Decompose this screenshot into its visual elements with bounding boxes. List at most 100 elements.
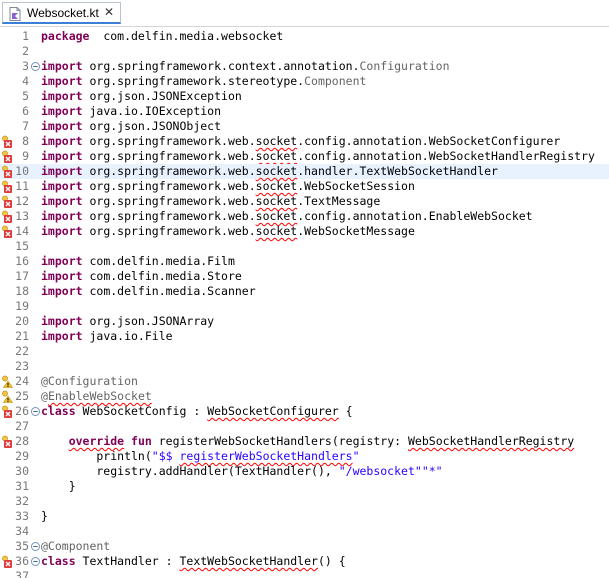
code-line[interactable]: 21 import java.io.File <box>0 329 609 344</box>
code-token: import <box>41 149 83 163</box>
line-number: 29 <box>15 449 29 463</box>
error-marker-icon[interactable] <box>1 150 13 163</box>
code-line[interactable]: 27 <box>0 419 609 434</box>
code-line[interactable]: 36 class TextHandler : TextWebSocketHandl… <box>0 554 609 569</box>
tab-title: Websocket.kt <box>27 6 99 20</box>
warning-marker-icon[interactable] <box>1 390 13 403</box>
line-number: 19 <box>15 299 29 313</box>
code-token: @ <box>41 389 48 403</box>
code-token: import <box>41 284 83 298</box>
code-token: fun <box>131 434 152 448</box>
code-line[interactable]: 4 import org.springframework.stereotype.C… <box>0 74 609 89</box>
code-token: Configuration <box>359 59 450 73</box>
code-token: TextWebSocketHandler <box>179 554 318 568</box>
code-token: class <box>41 404 76 418</box>
code-token: registerWebSocketHandlers <box>179 449 353 463</box>
error-marker-icon[interactable] <box>1 435 13 448</box>
fold-toggle-icon[interactable] <box>31 557 40 566</box>
code-token: override <box>68 434 125 448</box>
line-number: 31 <box>15 479 29 493</box>
code-token: .config.annotation.EnableWebSocket <box>297 209 533 223</box>
code-line[interactable]: 17 import com.delfin.media.Store <box>0 269 609 284</box>
code-token: " <box>352 449 360 463</box>
code-token: "*" <box>421 464 443 478</box>
code-token: } <box>41 479 76 493</box>
code-text: @EnableWebSocket <box>41 389 152 404</box>
line-number: 11 <box>15 179 29 193</box>
code-line[interactable]: 25 @EnableWebSocket <box>0 389 609 404</box>
code-line[interactable]: 22 <box>0 344 609 359</box>
error-marker-icon[interactable] <box>1 135 13 148</box>
code-token: Component <box>304 74 367 88</box>
code-line[interactable]: 8 import org.springframework.web.socket.c… <box>0 134 609 149</box>
code-line[interactable]: 15 <box>0 239 609 254</box>
code-token: org.springframework.web. <box>82 149 256 163</box>
code-text: import org.springframework.web.socket.co… <box>41 134 560 149</box>
code-line[interactable]: 10 import org.springframework.web.socket.… <box>0 164 609 179</box>
fold-toggle-icon[interactable] <box>31 62 40 71</box>
code-token: @Component <box>41 539 111 553</box>
code-line[interactable]: 1 package com.delfin.media.websocket <box>0 29 609 44</box>
code-text: import com.delfin.media.Scanner <box>41 284 256 299</box>
code-line[interactable]: 20 import org.json.JSONArray <box>0 314 609 329</box>
code-token: org.springframework.web. <box>82 134 256 148</box>
fold-toggle-icon[interactable] <box>31 407 40 416</box>
code-line[interactable]: 9 import org.springframework.web.socket.c… <box>0 149 609 164</box>
code-line[interactable]: 33} <box>0 509 609 524</box>
code-text: @Component <box>41 539 110 554</box>
code-token: () { <box>317 554 346 568</box>
code-line[interactable]: 2 <box>0 44 609 59</box>
code-line[interactable]: 24 @Configuration <box>0 374 609 389</box>
code-token: org.json.JSONArray <box>82 314 215 328</box>
line-number: 16 <box>15 254 29 268</box>
code-line[interactable]: 26 class WebSocketConfig : WebSocketConfi… <box>0 404 609 419</box>
error-marker-icon[interactable] <box>1 180 13 193</box>
code-line[interactable]: 37 <box>0 569 609 578</box>
code-line[interactable]: 29 println("$$ registerWebSocketHandlers… <box>0 449 609 464</box>
line-number: 1 <box>22 29 29 43</box>
code-line[interactable]: 23 <box>0 359 609 374</box>
code-line[interactable]: 32 <box>0 494 609 509</box>
code-text: import org.json.JSONException <box>41 89 242 104</box>
code-line[interactable]: 7 import org.json.JSONObject <box>0 119 609 134</box>
error-marker-icon[interactable] <box>1 555 13 568</box>
fold-toggle-icon[interactable] <box>31 542 40 551</box>
code-line[interactable]: 34 <box>0 524 609 539</box>
close-tab-icon[interactable]: ✕ <box>102 5 116 19</box>
code-text: import org.springframework.web.socket.ha… <box>41 164 498 179</box>
line-number: 21 <box>15 329 29 343</box>
code-line[interactable]: 31 } <box>0 479 609 494</box>
code-token: org.springframework.context.annotation. <box>82 59 360 73</box>
tab-websocket-kt[interactable]: Websocket.kt ✕ <box>2 2 121 24</box>
code-token: WebSocketConfigurer <box>207 404 339 418</box>
code-token: socket <box>255 149 298 163</box>
code-line[interactable]: 12 import org.springframework.web.socket.… <box>0 194 609 209</box>
code-line[interactable]: 6 import java.io.IOException <box>0 104 609 119</box>
error-marker-icon[interactable] <box>1 195 13 208</box>
error-marker-icon[interactable] <box>1 165 13 178</box>
code-token: import <box>41 74 83 88</box>
code-text: package com.delfin.media.websocket <box>41 29 283 44</box>
code-line[interactable]: 14 import org.springframework.web.socket.… <box>0 224 609 239</box>
code-line[interactable]: 13 import org.springframework.web.socket.… <box>0 209 609 224</box>
line-number: 8 <box>22 134 29 148</box>
code-line[interactable]: 16 import com.delfin.media.Film <box>0 254 609 269</box>
error-marker-icon[interactable] <box>1 210 13 223</box>
code-line[interactable]: 3 import org.springframework.context.anno… <box>0 59 609 74</box>
code-line[interactable]: 5 import org.json.JSONException <box>0 89 609 104</box>
code-token: com.delfin.media.Store <box>82 269 242 283</box>
code-line[interactable]: 19 <box>0 299 609 314</box>
code-line[interactable]: 11 import org.springframework.web.socket.… <box>0 179 609 194</box>
error-marker-icon[interactable] <box>1 225 13 238</box>
code-token: socket <box>255 224 298 238</box>
code-line[interactable]: 18 import com.delfin.media.Scanner <box>0 284 609 299</box>
code-line[interactable]: 28 override fun registerWebSocketHandler… <box>0 434 609 449</box>
code-line[interactable]: 30 registry.addHandler(TextHandler(), "/… <box>0 464 609 479</box>
line-number: 15 <box>15 239 29 253</box>
code-editor[interactable]: 1 package com.delfin.media.websocket 2 3 imp… <box>0 27 609 578</box>
error-marker-icon[interactable] <box>1 405 13 418</box>
warning-marker-icon[interactable] <box>1 375 13 388</box>
code-line[interactable]: 35 @Component <box>0 539 609 554</box>
code-text: class WebSocketConfig : WebSocketConfigu… <box>41 404 353 419</box>
code-token: println( <box>41 449 152 463</box>
